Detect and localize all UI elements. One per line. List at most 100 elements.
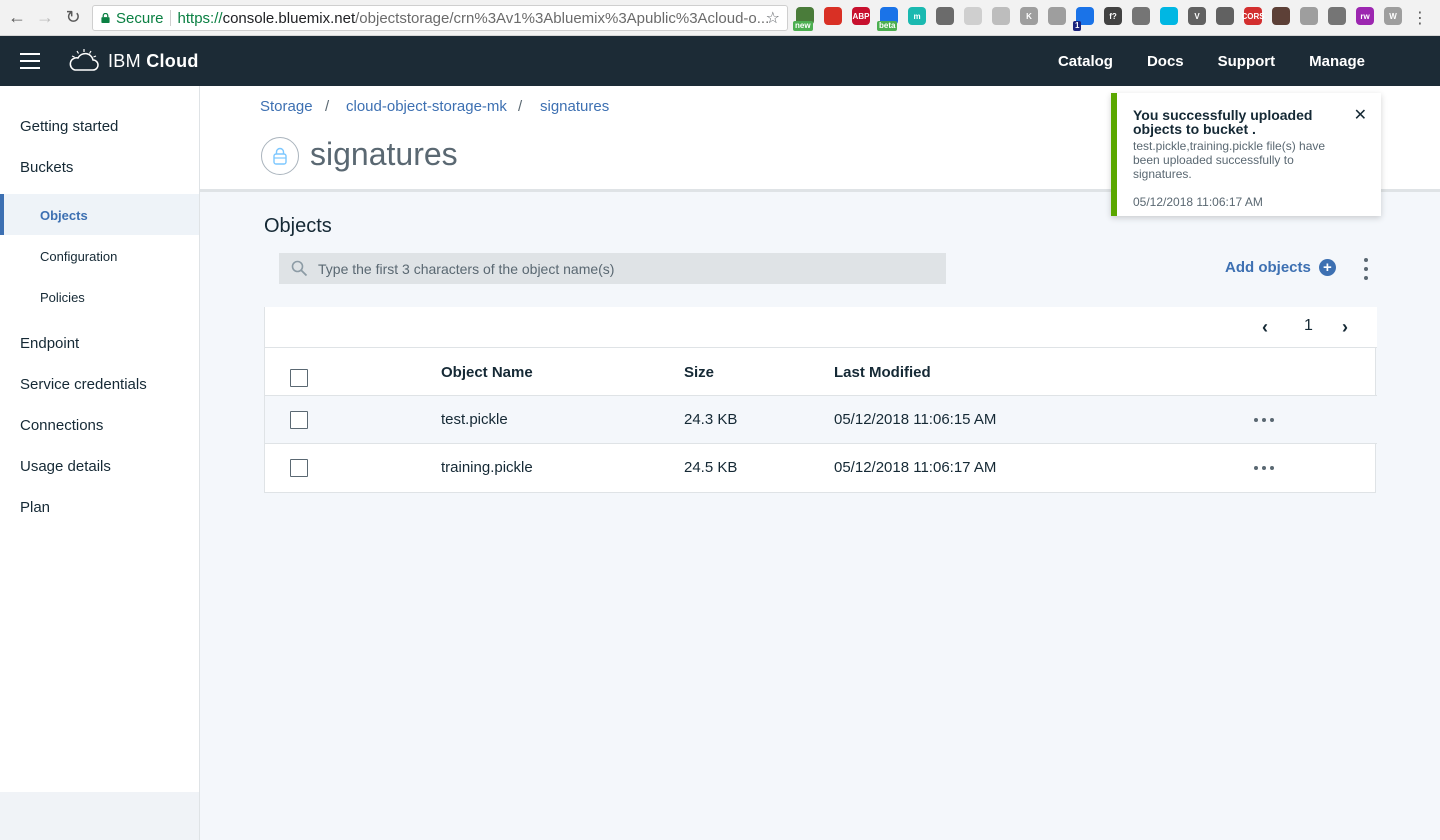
row-overflow-menu-icon[interactable] — [1254, 466, 1274, 470]
extension-badge: beta — [877, 21, 898, 31]
nav-support[interactable]: Support — [1218, 53, 1276, 70]
ext-w-icon[interactable]: W — [1384, 7, 1402, 25]
page-number: 1 — [1304, 317, 1313, 334]
sidebar: Getting started Buckets Objects Configur… — [0, 86, 200, 840]
table-row[interactable]: training.pickle 24.5 KB 05/12/2018 11:06… — [265, 444, 1377, 492]
toast-title: You successfully uploaded objects to buc… — [1133, 107, 1313, 137]
ext-target-icon[interactable] — [1216, 7, 1234, 25]
sidebar-item-connections[interactable]: Connections — [20, 417, 103, 434]
bucket-icon — [261, 137, 299, 175]
add-objects-button[interactable]: Add objects + — [1225, 259, 1336, 276]
object-modified: 05/12/2018 11:06:15 AM — [834, 411, 997, 428]
sidebar-active-indicator — [0, 194, 199, 235]
url-path: /objectstorage/crn%3Av1%3Abluemix%3Apubl… — [355, 9, 770, 27]
secure-label: Secure — [116, 9, 164, 27]
sidebar-item-buckets[interactable]: Buckets — [20, 159, 73, 176]
table-header-row: Object Name Size Last Modified — [265, 348, 1377, 396]
hamburger-menu-icon[interactable] — [20, 53, 40, 69]
object-name[interactable]: training.pickle — [441, 459, 533, 476]
overflow-menu-icon[interactable] — [1361, 258, 1371, 280]
object-size: 24.3 KB — [684, 411, 738, 428]
table-row[interactable]: test.pickle 24.3 KB 05/12/2018 11:06:15 … — [265, 396, 1377, 444]
brand-name[interactable]: IBM Cloud — [108, 51, 199, 72]
sidebar-item-configuration[interactable]: Configuration — [40, 249, 117, 264]
column-header-modified[interactable]: Last Modified — [834, 364, 931, 381]
ext-kk-icon[interactable]: K — [1020, 7, 1038, 25]
ext-screen-icon[interactable] — [1328, 7, 1346, 25]
plus-circle-icon: + — [1318, 259, 1336, 276]
sidebar-item-policies[interactable]: Policies — [40, 290, 85, 305]
browser-menu-icon[interactable]: ⋮ — [1412, 8, 1428, 28]
toast-message: test.pickle,training.pickle file(s) have… — [1133, 139, 1326, 181]
select-all-checkbox[interactable] — [290, 369, 308, 387]
ext-m-icon[interactable]: m — [908, 7, 926, 25]
ext-pen-icon[interactable] — [1132, 7, 1150, 25]
toast-timestamp: 05/12/2018 11:06:17 AM — [1133, 195, 1263, 209]
address-divider — [169, 10, 171, 26]
ext-new-icon[interactable]: new — [793, 7, 814, 31]
sidebar-item-service-credentials[interactable]: Service credentials — [20, 376, 147, 393]
breadcrumb-storage[interactable]: Storage — [260, 98, 313, 115]
top-nav: Catalog Docs Support Manage — [1024, 53, 1365, 70]
ext-cors-icon[interactable]: CORS — [1241, 7, 1265, 25]
column-header-size[interactable]: Size — [684, 364, 714, 381]
ext-react-icon[interactable] — [1160, 7, 1178, 25]
column-header-name[interactable]: Object Name — [441, 364, 533, 381]
ext-hat-icon[interactable] — [1272, 7, 1290, 25]
search-icon — [291, 260, 308, 277]
objects-table: ‹ 1 › Object Name Size Last Modified tes… — [264, 307, 1377, 493]
ext-bug-icon[interactable] — [936, 7, 954, 25]
object-name[interactable]: test.pickle — [441, 411, 508, 428]
brand-bold: Cloud — [146, 51, 199, 71]
bookmark-star-icon[interactable]: ☆ — [766, 8, 780, 28]
search-input[interactable] — [318, 260, 918, 277]
reload-icon[interactable]: ↻ — [62, 6, 84, 28]
ext-red-icon[interactable] — [824, 7, 842, 25]
ext-one-icon[interactable]: 1 — [1073, 7, 1094, 31]
chevron-left-icon[interactable]: ‹ — [1262, 317, 1268, 338]
ext-abp-icon[interactable]: ABP — [852, 7, 870, 25]
sidebar-item-getting-started[interactable]: Getting started — [20, 118, 118, 135]
ext-f-icon[interactable]: f? — [1104, 7, 1122, 25]
chevron-right-icon[interactable]: › — [1342, 317, 1348, 338]
ibm-cloud-header: IBM Cloud Catalog Docs Support Manage — [0, 36, 1440, 86]
sidebar-item-objects[interactable]: Objects — [40, 208, 88, 223]
ext-ghost-icon[interactable] — [1048, 7, 1066, 25]
url-host: console.bluemix.net — [222, 9, 356, 27]
extensions-bar: new ABP beta m K 1 f? V CORS rw W — [793, 7, 1402, 31]
ext-beta-icon[interactable]: beta — [877, 7, 898, 31]
close-icon[interactable]: ✕ — [1354, 105, 1367, 125]
extension-badge: new — [793, 21, 813, 31]
row-checkbox[interactable] — [290, 411, 308, 429]
breadcrumb-instance[interactable]: cloud-object-storage-mk — [346, 98, 507, 115]
brand-prefix: IBM — [108, 51, 147, 71]
nav-manage[interactable]: Manage — [1309, 53, 1365, 70]
object-size: 24.5 KB — [684, 459, 738, 476]
upload-success-toast: You successfully uploaded objects to buc… — [1111, 93, 1381, 216]
ext-rw-icon[interactable]: rw — [1356, 7, 1374, 25]
row-checkbox[interactable] — [290, 459, 308, 477]
nav-docs[interactable]: Docs — [1147, 53, 1184, 70]
ext-v-icon[interactable]: V — [1188, 7, 1206, 25]
ext-box-icon[interactable] — [1300, 7, 1318, 25]
sidebar-item-plan[interactable]: Plan — [20, 499, 50, 516]
forward-arrow-icon[interactable]: → — [34, 6, 56, 28]
row-overflow-menu-icon[interactable] — [1254, 418, 1274, 422]
breadcrumb-bucket[interactable]: signatures — [540, 98, 609, 115]
breadcrumb-separator: / — [518, 98, 523, 115]
back-arrow-icon[interactable]: ← — [6, 6, 28, 28]
page-title: signatures — [310, 136, 458, 172]
breadcrumb-separator: / — [325, 98, 330, 115]
url-scheme: https:// — [177, 9, 223, 27]
pagination: ‹ 1 › — [265, 307, 1377, 348]
lock-icon — [101, 13, 110, 23]
sidebar-item-endpoint[interactable]: Endpoint — [20, 335, 79, 352]
address-bar[interactable]: Secure https://console.bluemix.net/objec… — [92, 5, 788, 31]
ext-k-icon[interactable] — [992, 7, 1010, 25]
nav-catalog[interactable]: Catalog — [1058, 53, 1113, 70]
browser-toolbar: ← → ↻ Secure https://console.bluemix.net… — [0, 0, 1440, 36]
sidebar-item-usage-details[interactable]: Usage details — [20, 458, 111, 475]
extension-badge: 1 — [1073, 21, 1082, 31]
add-objects-label: Add objects — [1225, 259, 1311, 276]
ext-pin-icon[interactable] — [964, 7, 982, 25]
